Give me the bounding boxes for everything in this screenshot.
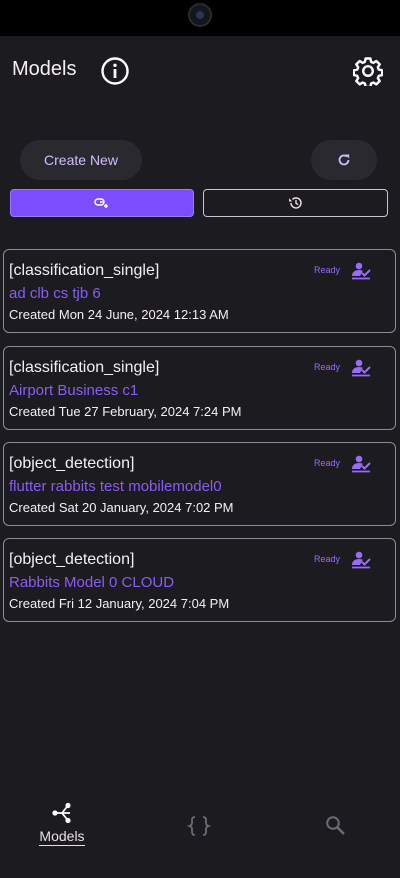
- model-ready-icon: [352, 551, 371, 569]
- nav-models-label: Models: [39, 828, 85, 846]
- status-bar: [0, 0, 400, 36]
- model-name: Rabbits Model 0 CLOUD: [9, 574, 175, 591]
- model-type: [classification_single]: [9, 262, 160, 279]
- nav-search[interactable]: [324, 814, 348, 838]
- tab-history[interactable]: [203, 189, 388, 217]
- model-type: [object_detection]: [9, 455, 135, 472]
- model-type: [object_detection]: [9, 551, 135, 568]
- model-created: Created Mon 24 June, 2024 12:13 AM: [9, 307, 229, 322]
- model-created: Created Tue 27 February, 2024 7:24 PM: [9, 404, 242, 419]
- models-icon: [52, 802, 71, 824]
- model-status: Ready: [314, 458, 341, 468]
- model-name: ad clb cs tjb 6: [9, 285, 101, 302]
- model-ready-icon: [352, 359, 371, 377]
- model-card[interactable]: [classification_single] ad clb cs tjb 6 …: [3, 249, 396, 333]
- refresh-button[interactable]: [311, 140, 377, 180]
- nav-code[interactable]: [187, 814, 211, 838]
- info-icon[interactable]: [100, 56, 130, 86]
- model-status: Ready: [314, 362, 341, 372]
- create-new-button[interactable]: Create New: [20, 140, 142, 180]
- model-created: Created Fri 12 January, 2024 7:04 PM: [9, 596, 230, 611]
- code-braces-icon: [187, 816, 211, 836]
- model-card[interactable]: [classification_single] Airport Business…: [3, 346, 396, 430]
- model-type: [classification_single]: [9, 359, 160, 376]
- model-name: Airport Business c1: [9, 382, 139, 399]
- model-link-icon: [94, 198, 108, 208]
- model-created: Created Sat 20 January, 2024 7:02 PM: [9, 500, 234, 515]
- history-icon: [289, 197, 302, 209]
- front-camera: [188, 3, 212, 27]
- nav-models[interactable]: Models: [36, 802, 88, 846]
- refresh-icon: [338, 154, 350, 166]
- tab-models[interactable]: [10, 189, 194, 217]
- model-card[interactable]: [object_detection] flutter rabbits test …: [3, 442, 396, 526]
- model-name: flutter rabbits test mobilemodel0: [9, 478, 222, 495]
- page-title: Models: [12, 58, 77, 80]
- model-status: Ready: [314, 265, 341, 275]
- search-icon: [326, 816, 345, 835]
- model-ready-icon: [352, 455, 371, 473]
- model-ready-icon: [352, 262, 371, 280]
- model-card[interactable]: [object_detection] Rabbits Model 0 CLOUD…: [3, 538, 396, 622]
- model-status: Ready: [314, 554, 341, 564]
- settings-gear-icon[interactable]: [353, 56, 383, 86]
